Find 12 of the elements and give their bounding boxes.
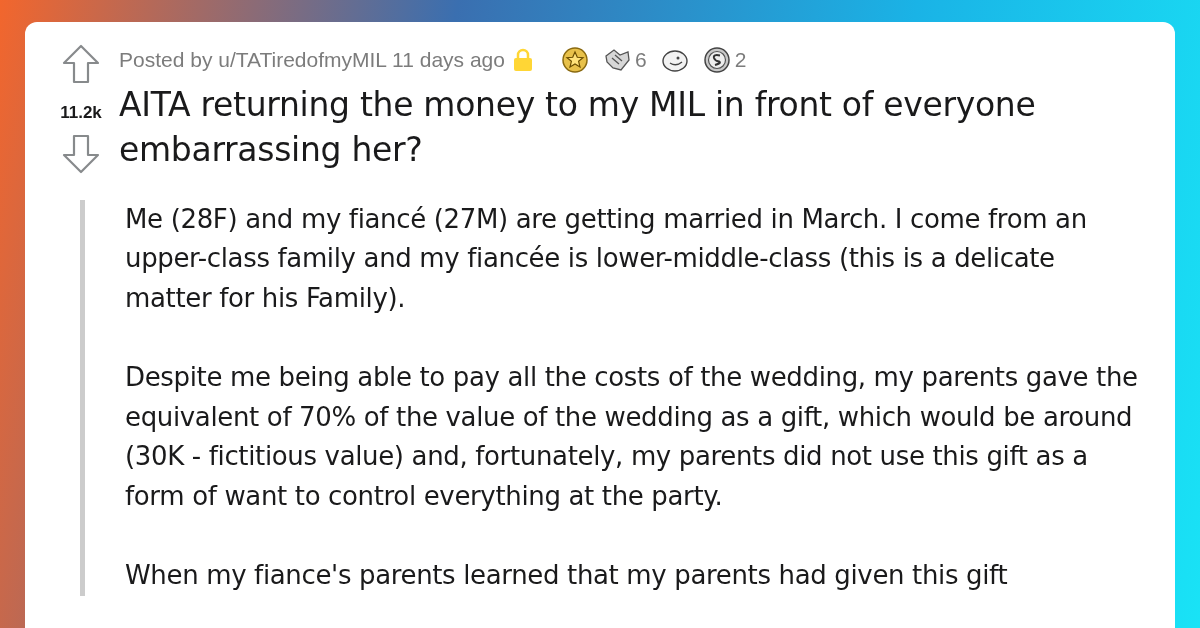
vote-count: 11.2k bbox=[60, 102, 102, 124]
award-count: 2 bbox=[734, 47, 747, 73]
upvote-icon[interactable] bbox=[62, 44, 100, 84]
post-meta: Posted by u/TATiredofmyMIL 11 days ago bbox=[119, 47, 505, 73]
body-paragraph: Despite me being able to pay all the costs of the wedding, my parents gave the equivalent of 70% of the value of the wedding as a gift, which would be around (30K - fictitious value) and, fortunately, my parents did not use this gift as a form of want to control everything at the party. bbox=[125, 361, 1139, 513]
star-award-icon[interactable] bbox=[560, 45, 589, 74]
downvote-icon[interactable] bbox=[62, 133, 100, 174]
coin-award-icon[interactable] bbox=[702, 45, 731, 74]
body-paragraph: When my fiance's parents learned that my parents had given this gift bbox=[125, 559, 1009, 592]
award-count: 6 bbox=[634, 47, 647, 73]
post-title: AITA returning the money to my MIL in front of everyone embarrassing her? bbox=[119, 83, 1037, 171]
body-paragraph: Me (28F) and my fiancé (27M) are getting married in March. I come from an upper-class family and my fiancée is lower-middle-class (this is a delicate matter for his Family). bbox=[125, 202, 1088, 315]
